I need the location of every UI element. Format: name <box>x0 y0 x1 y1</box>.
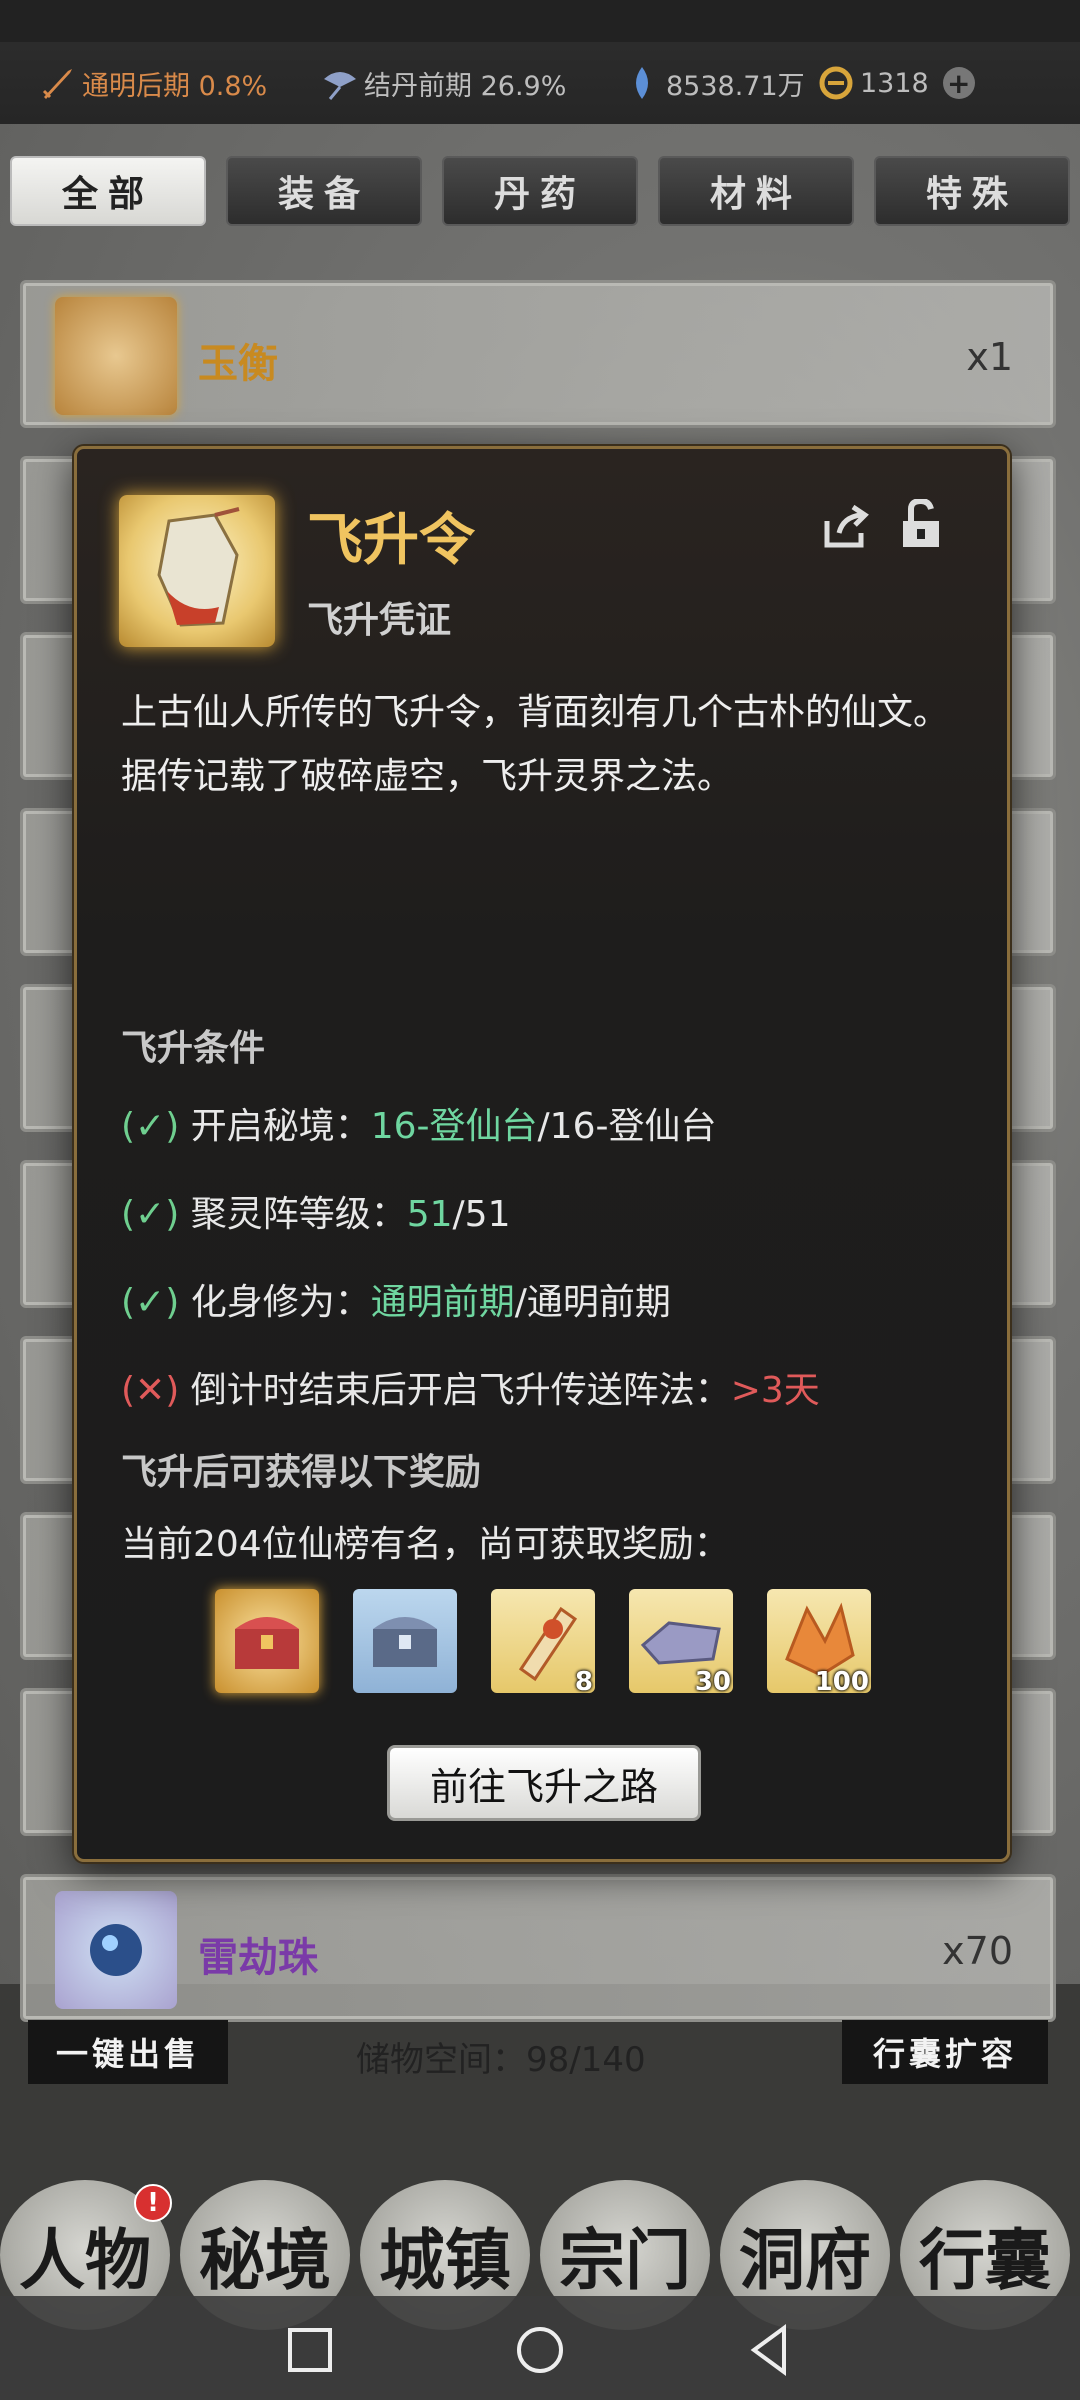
notification-badge: ! <box>134 2184 172 2222</box>
condition-required: /51 <box>452 1194 511 1235</box>
item-qty: x70 <box>942 1929 1013 1973</box>
tab-special[interactable]: 特殊 <box>874 156 1070 226</box>
fan-icon <box>322 65 358 101</box>
unlock-icon[interactable] <box>897 497 945 549</box>
reward-item[interactable]: 30 <box>629 1589 733 1697</box>
tab-pills[interactable]: 丹药 <box>442 156 638 226</box>
ascension-token-icon <box>119 495 275 647</box>
status-strip <box>0 0 1080 42</box>
category-tabs: 全部 装备 丹药 材料 特殊 <box>8 156 1072 226</box>
silver-chest-icon <box>353 1617 457 1697</box>
inventory-footer: 一键出售 储物空间：98/140 行囊扩容 <box>0 2020 1080 2100</box>
spirit-stones: 8538.71万 <box>624 64 805 103</box>
condition-mark: (✓) <box>121 1194 180 1235</box>
condition-label: 开启秘境： <box>190 1106 371 1147</box>
sword-icon <box>40 65 76 101</box>
condition-row: (✓) 化身修为：通明前期/通明前期 <box>121 1273 671 1325</box>
condition-current: >3天 <box>730 1370 820 1411</box>
reward-count: 30 <box>694 1667 731 1697</box>
condition-mark: (✓) <box>121 1106 180 1147</box>
coin-icon <box>818 65 854 101</box>
thunder-pearl-icon <box>55 1891 177 2009</box>
realm-main-text: 通明后期 0.8% <box>82 70 268 102</box>
condition-current: 通明前期 <box>370 1282 515 1323</box>
spirit-stone-icon <box>624 65 660 101</box>
chest-icon <box>215 1617 319 1697</box>
rank-text: 当前204位仙榜有名，尚可获取奖励： <box>121 1524 730 1565</box>
reward-count: 100 <box>814 1667 869 1697</box>
system-nav-bar <box>0 2296 1080 2400</box>
expand-bag-button[interactable]: 行囊扩容 <box>842 2020 1048 2084</box>
condition-mark: (✕) <box>121 1370 180 1411</box>
sell-all-button[interactable]: 一键出售 <box>28 2020 228 2084</box>
item-detail-popup: 飞升令 飞升凭证 上古仙人所传的飞升令，背面刻有几个古朴的仙文。据传记载了破碎虚… <box>74 446 1010 1862</box>
tab-materials[interactable]: 材料 <box>658 156 854 226</box>
condition-current: 16-登仙台 <box>370 1106 538 1147</box>
recent-apps-icon[interactable] <box>280 2320 340 2380</box>
condition-label: 倒计时结束后开启飞升传送阵法： <box>190 1370 731 1411</box>
condition-label: 化身修为： <box>190 1282 371 1323</box>
realm-progress-secondary: 结丹前期 26.9% <box>322 64 566 103</box>
popup-subtitle: 飞升凭证 <box>307 600 452 641</box>
condition-label: 聚灵阵等级： <box>190 1194 407 1235</box>
inventory-row[interactable]: 玉衡 x1 <box>20 280 1056 428</box>
condition-row: (✕) 倒计时结束后开启飞升传送阵法：>3天 <box>121 1361 820 1413</box>
reward-item[interactable] <box>353 1589 457 1693</box>
condition-current: 51 <box>406 1194 453 1235</box>
tab-equipment[interactable]: 装备 <box>226 156 422 226</box>
storage-capacity: 储物空间：98/140 <box>356 2040 646 2080</box>
condition-required: /16-登仙台 <box>537 1106 717 1147</box>
spirit-stones-text: 8538.71万 <box>666 70 805 102</box>
conditions-title: 飞升条件 <box>121 1028 266 1069</box>
coins-text: 1318 <box>860 67 929 99</box>
rewards-title: 飞升后可获得以下奖励 <box>121 1452 482 1493</box>
reward-item[interactable]: 100 <box>767 1589 871 1697</box>
condition-mark: (✓) <box>121 1282 180 1323</box>
tab-all[interactable]: 全部 <box>10 156 206 226</box>
reward-item[interactable] <box>215 1589 319 1693</box>
jade-disc-icon <box>55 297 177 415</box>
home-icon[interactable] <box>510 2320 570 2380</box>
popup-title: 飞升令 <box>307 507 475 573</box>
realm-progress-main: 通明后期 0.8% <box>40 64 267 103</box>
reward-count: 8 <box>574 1667 593 1697</box>
condition-row: (✓) 开启秘境：16-登仙台/16-登仙台 <box>121 1097 716 1149</box>
inventory-row[interactable]: 雷劫珠 x70 <box>20 1874 1056 2022</box>
condition-row: (✓) 聚灵阵等级：51/51 <box>121 1185 510 1237</box>
share-icon[interactable] <box>821 503 869 551</box>
reward-item[interactable]: 8 <box>491 1589 595 1697</box>
item-qty: x1 <box>966 335 1013 379</box>
go-ascension-button[interactable]: 前往飞升之路 <box>387 1745 701 1821</box>
popup-description: 上古仙人所传的飞升令，背面刻有几个古朴的仙文。据传记载了破碎虚空，飞升灵界之法。 <box>121 692 950 797</box>
item-name: 玉衡 <box>198 341 278 387</box>
item-name: 雷劫珠 <box>198 1935 318 1981</box>
coins: 1318 + <box>818 65 975 101</box>
add-currency-button[interactable]: + <box>942 67 975 100</box>
condition-required: /通明前期 <box>514 1282 671 1323</box>
top-resource-bar: 通明后期 0.8% 结丹前期 26.9% 8538.71万 1318 + <box>0 42 1080 124</box>
realm-secondary-text: 结丹前期 26.9% <box>364 70 567 102</box>
back-icon[interactable] <box>740 2320 800 2380</box>
